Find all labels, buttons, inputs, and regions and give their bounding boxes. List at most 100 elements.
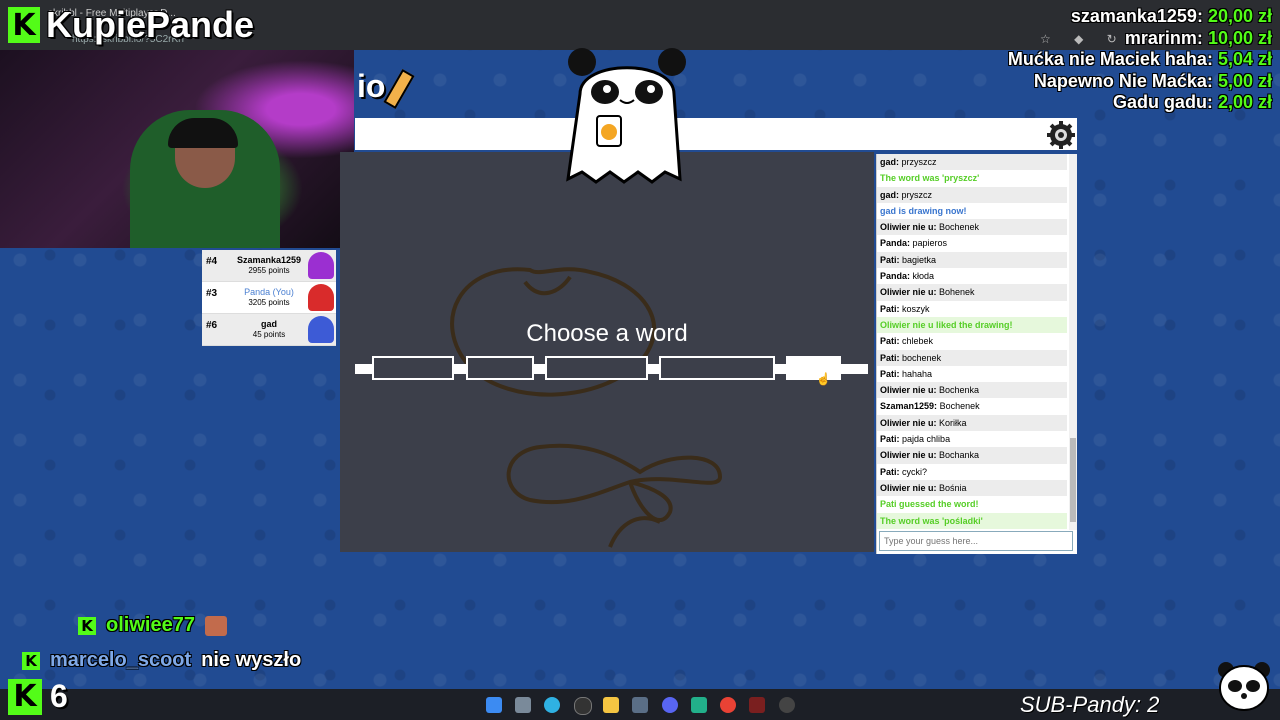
chat-message: gad is drawing now! — [877, 203, 1067, 219]
chat-message: Pati: pajda chliba — [877, 431, 1067, 447]
donation-amount: 5,04 zł — [1217, 49, 1272, 69]
chat-message-text: Koriłka — [939, 417, 967, 428]
chat-username: marcelo_scoot — [50, 649, 192, 671]
donation-item: szamanka1259: 20,00 zł — [1008, 6, 1272, 28]
viewer-counter: K 6 — [8, 678, 68, 715]
chat-message-user: Pati: — [880, 466, 900, 477]
guess-input[interactable] — [879, 531, 1073, 551]
panda-ghost-mascot — [566, 48, 686, 184]
chat-message: Pati: chlebek — [877, 333, 1067, 349]
donor-name: Mućka nie Maciek haha: — [1007, 49, 1213, 69]
chat-message-text: chlebek — [902, 336, 934, 347]
webcam-overlay — [0, 50, 354, 248]
player-avatar — [308, 284, 334, 311]
chat-message-text: Bochenek — [939, 222, 980, 233]
gear-icon[interactable] — [1046, 120, 1076, 150]
kick-badge-icon: K — [22, 651, 40, 670]
chat-message-list[interactable]: gad: przyszcz The word was 'pryszcz' gad: … — [877, 154, 1067, 530]
chat-message: Pati guessed the word! — [877, 496, 1067, 512]
chat-message-text: Bochanka — [939, 450, 980, 461]
chat-message: Oliwier nie u: Bochenek — [877, 219, 1067, 236]
chat-scrollbar-thumb[interactable] — [1070, 438, 1076, 522]
folder-icon[interactable] — [603, 697, 619, 713]
game-logo: io — [357, 68, 386, 104]
chat-message: gad: przyszcz — [877, 154, 1067, 171]
chat-message-text: hahaha — [902, 368, 933, 379]
app-icon[interactable] — [749, 697, 765, 713]
player-rank: #3 — [206, 288, 218, 299]
chat-message-text: Pati guessed the word! — [880, 499, 979, 510]
chat-message: Oliwier nie u liked the drawing! — [877, 316, 1067, 334]
player-list: #4 Szamanka1259 2955 points #3 Panda (Yo… — [202, 250, 336, 346]
chat-message-user: Panda: — [880, 271, 911, 282]
chrome-icon[interactable] — [720, 697, 736, 713]
player-points: 45 points — [252, 330, 286, 339]
chat-message-user: Oliwier nie u: — [880, 417, 937, 428]
steam-icon[interactable] — [515, 697, 531, 713]
chat-username: oliwiee77 — [106, 614, 195, 636]
chat-message-text: bochenek — [902, 352, 942, 363]
player-points: 3205 points — [248, 298, 290, 307]
app-icon[interactable] — [691, 697, 707, 713]
chat-message-text: koszyk — [902, 303, 930, 314]
chat-message: Panda: kłoda — [877, 268, 1067, 284]
chat-message-text: Oliwier nie u liked the drawing! — [880, 319, 1013, 330]
donation-list: szamanka1259: 20,00 zł mrarinm: 10,00 zł… — [1008, 6, 1272, 114]
choose-word-title: Choose a word — [526, 320, 688, 347]
streamer-cap — [168, 118, 238, 148]
chat-message-user: Pati: — [880, 336, 900, 347]
app-icon[interactable] — [574, 697, 592, 715]
canvas-strokes — [450, 267, 723, 548]
player-row[interactable]: #3 Panda (You) 3205 points — [202, 282, 336, 314]
donation-item: Mućka nie Maciek haha: 5,04 zł — [1008, 49, 1272, 71]
chat-message-text: pajda chliba — [902, 434, 951, 445]
chat-message-user: Oliwier nie u: — [880, 482, 937, 493]
player-avatar — [308, 316, 334, 343]
chat-message-user: gad: — [880, 189, 899, 200]
kick-logo-icon: K — [8, 7, 40, 43]
donor-name: szamanka1259: — [1070, 6, 1203, 26]
chat-message: gad: pryszcz — [877, 186, 1067, 203]
drawing-canvas[interactable] — [340, 152, 874, 552]
player-row[interactable]: #6 gad 45 points — [202, 314, 336, 346]
word-choice-button[interactable] — [659, 356, 775, 380]
word-choice-button[interactable] — [372, 356, 454, 380]
word-choice-button[interactable] — [466, 356, 534, 380]
chat-message: The word was 'pośladki' — [877, 512, 1067, 529]
donation-amount: 5,00 zł — [1217, 70, 1272, 91]
panda-icon — [1218, 662, 1270, 711]
stream-chat-message: K marcelo_scoot nie wyszło — [22, 649, 301, 672]
chat-message: Oliwier nie u: Koriłka — [877, 414, 1067, 432]
player-rank: #4 — [206, 256, 218, 267]
discord-icon[interactable] — [662, 697, 678, 713]
stream-chat-message: K oliwiee77 — [78, 614, 227, 637]
chat-message: Oliwier nie u: Bochanka — [877, 447, 1067, 464]
player-row[interactable]: #4 Szamanka1259 2955 points — [202, 250, 336, 282]
chat-message-text: pryszcz — [901, 189, 933, 200]
chat-message-user: Oliwier nie u: — [880, 222, 937, 233]
chat-message-text: gad is drawing now! — [880, 205, 967, 216]
windows-start-icon[interactable] — [486, 697, 502, 713]
chat-message-text: The word was 'pryszcz' — [880, 173, 980, 184]
player-name: Szamanka1259 — [236, 255, 302, 265]
word-choice-button-hovered[interactable] — [786, 356, 841, 380]
chat-message: Pati: bagietka — [877, 251, 1067, 269]
chat-message: Oliwier nie u: Bośnia — [877, 479, 1067, 497]
chat-message-text: przyszcz — [901, 157, 937, 167]
donor-name: Gadu gadu: — [1112, 92, 1213, 112]
chat-message-user: Szaman1259: — [880, 401, 938, 412]
edge-icon[interactable] — [544, 697, 560, 713]
app-icon[interactable] — [632, 697, 648, 713]
chat-message-user: gad: — [880, 157, 899, 167]
chat-message-text: Bochenka — [939, 385, 980, 396]
chat-message: Pati: hahaha — [877, 366, 1067, 382]
viewer-count: 6 — [50, 678, 68, 714]
game-top-bar — [355, 118, 1077, 150]
word-choice-button[interactable] — [545, 356, 648, 380]
sub-goal: SUB-Pandy: 2 — [1020, 692, 1160, 717]
chat-message-user: Pati: — [880, 254, 900, 265]
donation-item: Gadu gadu: 2,00 zł — [1008, 92, 1272, 114]
chat-message-text: Bośnia — [939, 482, 967, 493]
obs-icon[interactable] — [779, 697, 795, 713]
donor-name: mrarinm: — [1124, 27, 1203, 48]
